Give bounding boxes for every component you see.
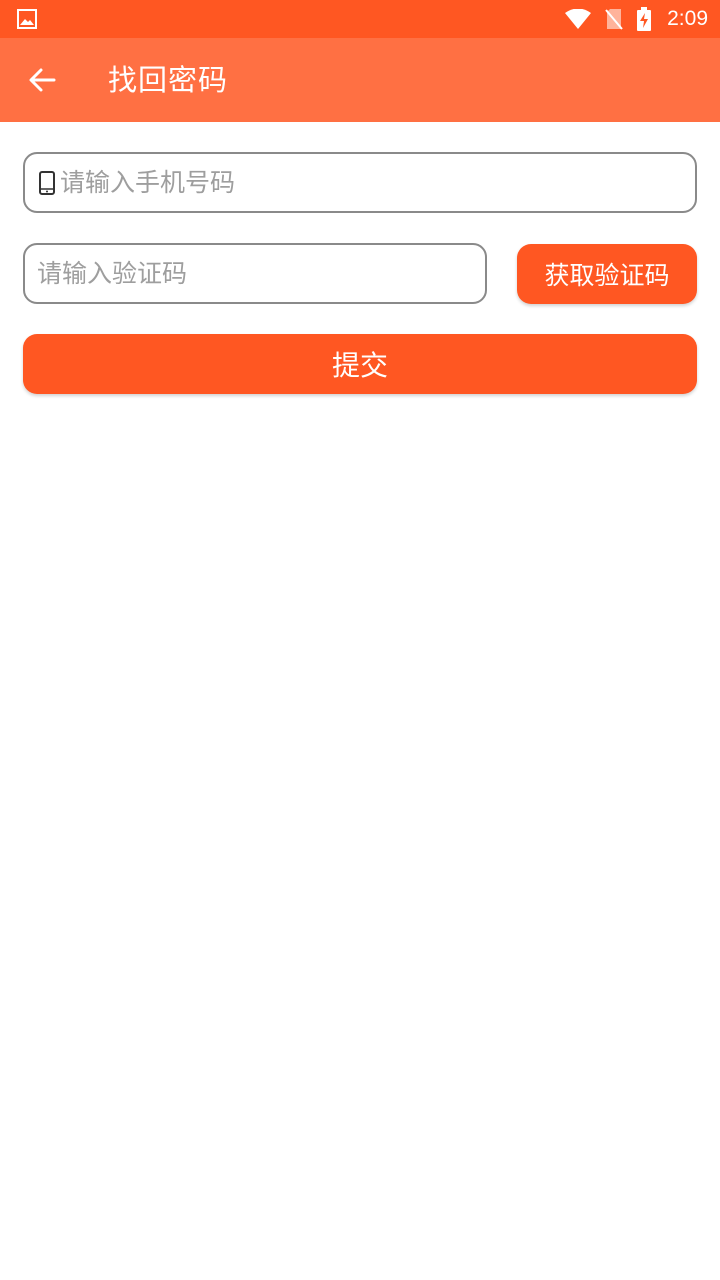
status-time: 2:09 bbox=[667, 7, 708, 30]
back-button[interactable] bbox=[20, 58, 64, 102]
status-icons: 2:09 bbox=[565, 0, 708, 38]
verification-code-input[interactable] bbox=[37, 245, 485, 302]
battery-charging-icon bbox=[637, 7, 652, 31]
status-bar: 2:09 bbox=[0, 0, 720, 38]
wifi-icon bbox=[565, 9, 592, 29]
code-field[interactable] bbox=[23, 243, 487, 304]
arrow-left-icon bbox=[29, 68, 56, 92]
page-title: 找回密码 bbox=[108, 63, 229, 97]
no-sim-icon bbox=[605, 9, 623, 30]
app-bar: 找回密码 bbox=[0, 38, 720, 122]
get-code-button[interactable]: 获取验证码 bbox=[517, 244, 697, 304]
submit-button[interactable]: 提交 bbox=[23, 334, 697, 394]
phone-field[interactable] bbox=[23, 152, 697, 213]
image-notification-icon bbox=[17, 9, 37, 29]
phone-input[interactable] bbox=[60, 154, 695, 211]
phone-icon bbox=[39, 170, 55, 195]
